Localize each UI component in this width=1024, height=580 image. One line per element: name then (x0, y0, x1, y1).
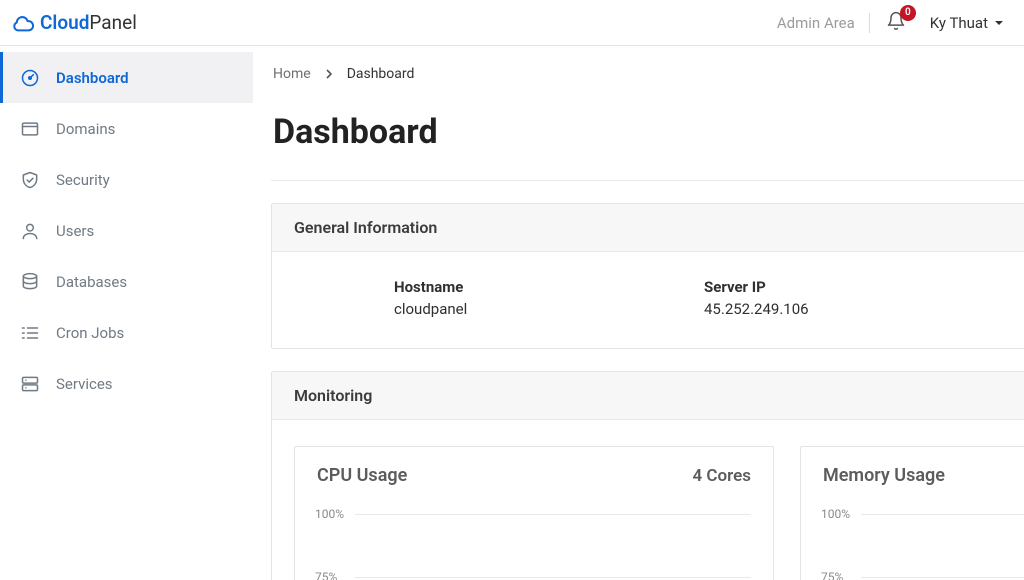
sidebar-item-dashboard[interactable]: Dashboard (0, 52, 253, 103)
notification-badge: 0 (900, 5, 916, 21)
hostname-label: Hostname (394, 278, 694, 300)
serverip-value: 45.252.249.106 (704, 300, 1024, 318)
user-name: Ky Thuat (930, 14, 988, 32)
sidebar-item-label: Security (56, 171, 110, 189)
ytick: 75% (821, 570, 843, 580)
chart-subtitle: 4 Cores (692, 466, 751, 486)
chart-cpu-usage: CPU Usage 4 Cores 100% 75% (294, 446, 774, 580)
panel-general-information: General Information Hostname cloudpanel … (271, 203, 1024, 349)
chart-title: Memory Usage (823, 465, 945, 486)
sidebar-item-label: Domains (56, 120, 115, 138)
list-icon (20, 323, 40, 343)
sidebar: Dashboard Domains Security Users Databas… (0, 46, 253, 580)
breadcrumb-current: Dashboard (347, 66, 415, 82)
sidebar-item-security[interactable]: Security (0, 154, 253, 205)
database-icon (20, 272, 40, 292)
page-title: Dashboard (271, 84, 1024, 181)
cloud-icon (12, 12, 34, 34)
sidebar-item-databases[interactable]: Databases (0, 256, 253, 307)
sidebar-item-label: Users (56, 222, 94, 240)
sidebar-item-label: Dashboard (56, 69, 129, 87)
sidebar-item-services[interactable]: Services (0, 358, 253, 409)
notifications-button[interactable]: 0 (870, 11, 922, 35)
admin-area-link[interactable]: Admin Area (763, 14, 869, 32)
sidebar-item-label: Cron Jobs (56, 324, 124, 342)
user-menu[interactable]: Ky Thuat (922, 14, 1004, 32)
breadcrumb: Home Dashboard (271, 60, 1024, 84)
ytick: 75% (315, 570, 337, 580)
chart-memory-usage: Memory Usage 100% 75% (800, 446, 1024, 580)
sidebar-item-label: Databases (56, 273, 127, 291)
user-icon (20, 221, 40, 241)
serverip-label: Server IP (704, 278, 1024, 300)
chart-area: 100% 75% (355, 500, 751, 580)
sidebar-item-domains[interactable]: Domains (0, 103, 253, 154)
chart-title: CPU Usage (317, 465, 407, 486)
brand-logo[interactable]: CloudPanel (12, 11, 137, 34)
panel-monitoring: Monitoring CPU Usage 4 Cores 100% 75% (271, 371, 1024, 580)
chart-area: 100% 75% (861, 500, 1024, 580)
sidebar-item-cronjobs[interactable]: Cron Jobs (0, 307, 253, 358)
main-content: Home Dashboard Dashboard General Informa… (253, 46, 1024, 580)
server-icon (20, 374, 40, 394)
breadcrumb-home[interactable]: Home (273, 66, 311, 82)
panel-header: General Information (272, 204, 1024, 252)
chevron-right-icon (325, 69, 333, 79)
brand-text: CloudPanel (40, 11, 137, 34)
ytick: 100% (315, 507, 344, 521)
ytick: 100% (821, 507, 850, 521)
shield-icon (20, 170, 40, 190)
gauge-icon (20, 68, 40, 88)
sidebar-item-users[interactable]: Users (0, 205, 253, 256)
sidebar-item-label: Services (56, 375, 113, 393)
panel-header: Monitoring (272, 372, 1024, 420)
caret-down-icon (994, 18, 1004, 28)
hostname-value: cloudpanel (394, 300, 694, 318)
window-icon (20, 119, 40, 139)
